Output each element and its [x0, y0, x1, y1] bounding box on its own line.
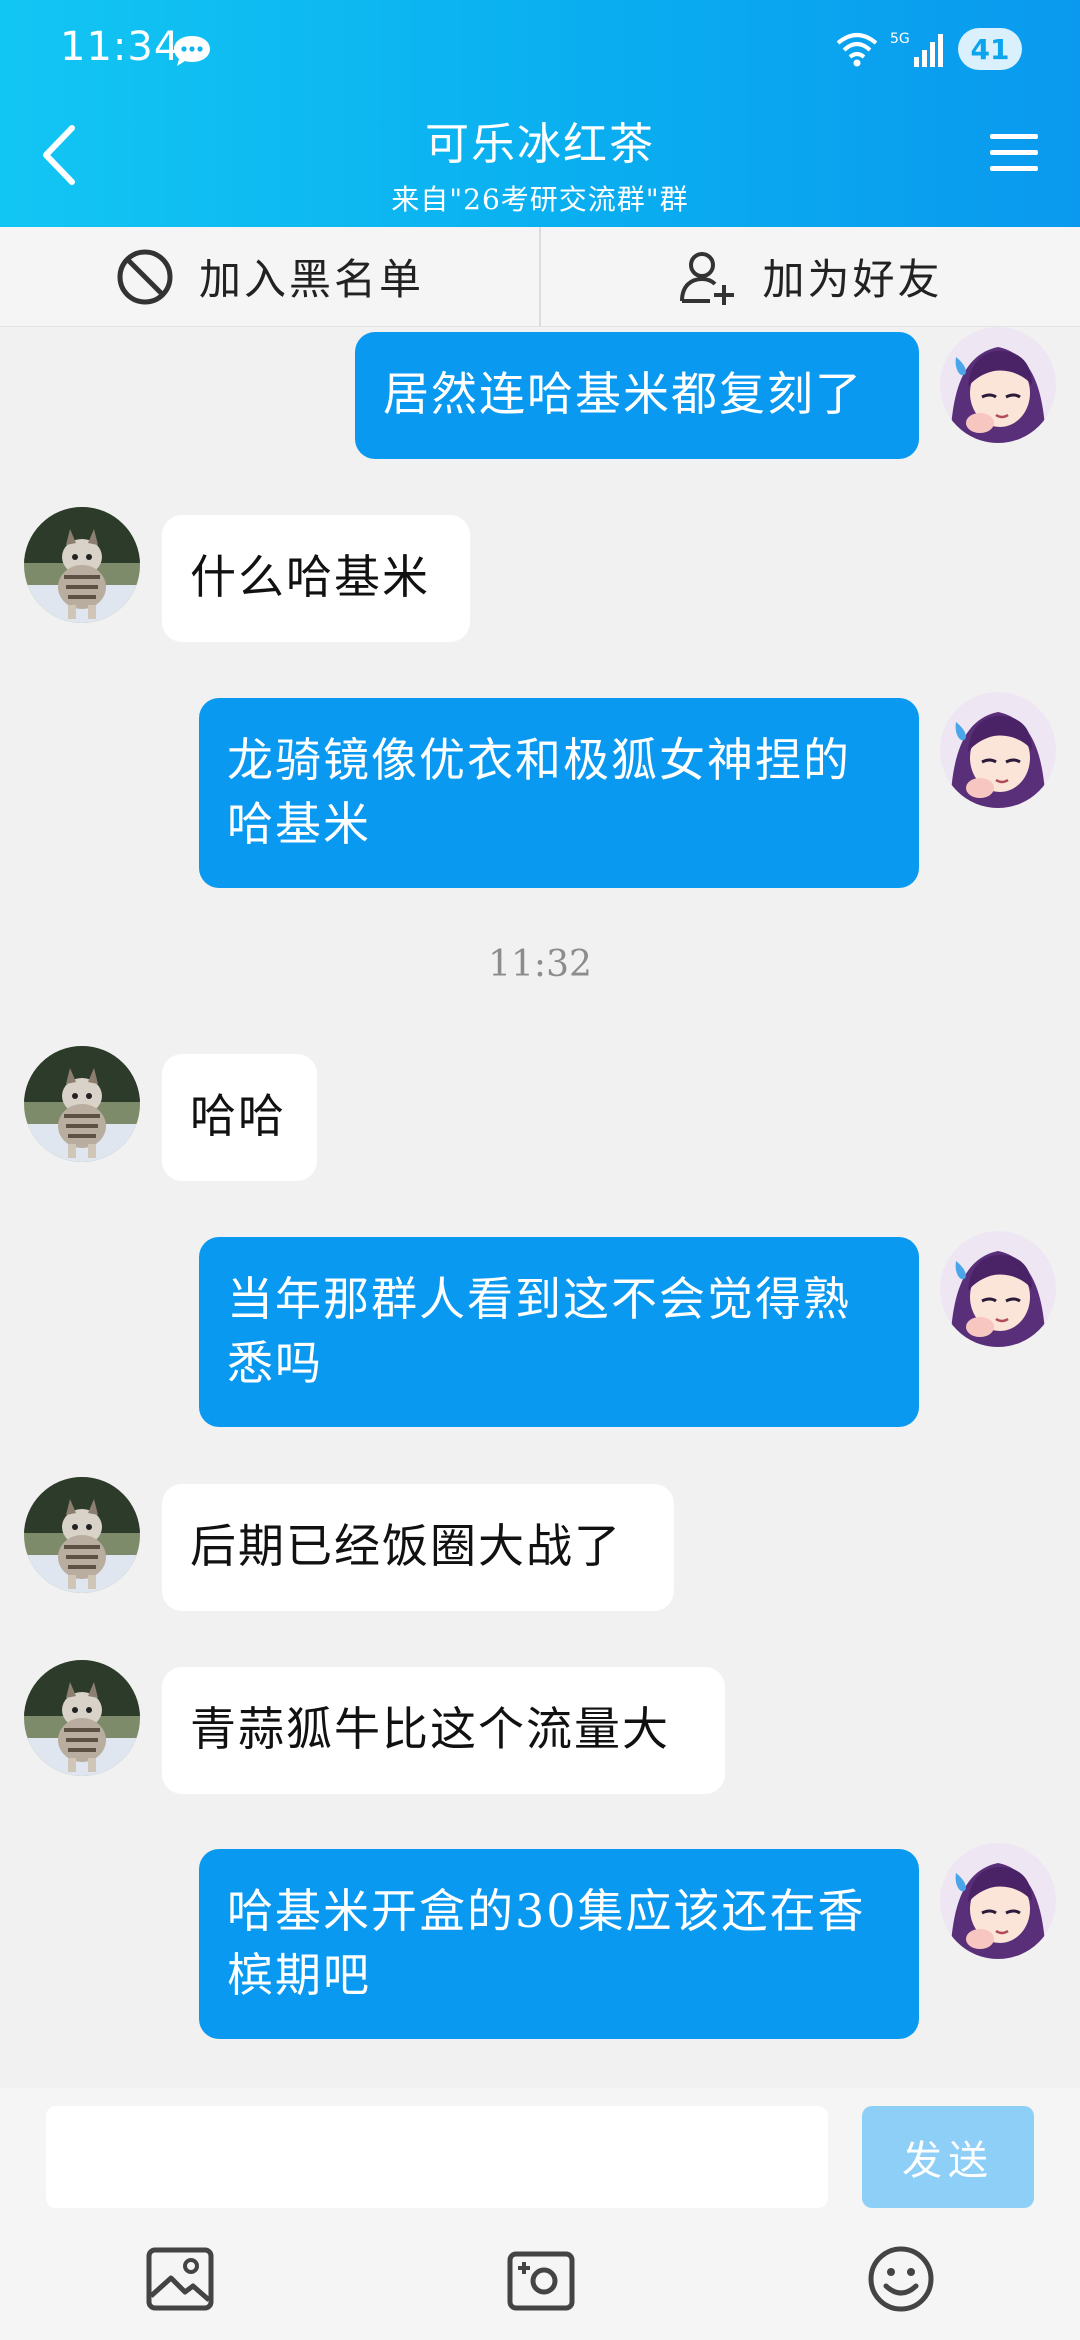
- message-bubble-sent[interactable]: 哈基米开盒的30集应该还在香槟期吧: [199, 1849, 919, 2039]
- image-icon[interactable]: [145, 2244, 215, 2314]
- block-icon: [117, 249, 173, 304]
- svg-text:5G: 5G: [890, 31, 910, 47]
- message-text: 哈哈: [190, 1089, 286, 1143]
- chat-title-block[interactable]: 可乐冰红茶 来自"26考研交流群"群: [290, 108, 790, 218]
- message-text: 后期已经饭圈大战了: [190, 1519, 622, 1573]
- message-bubble-sent[interactable]: 当年那群人看到这不会觉得熟悉吗: [199, 1237, 919, 1427]
- message-bubble-sent[interactable]: 居然连哈基米都复刻了: [355, 332, 919, 459]
- message-bubble-received[interactable]: 哈哈: [162, 1054, 317, 1181]
- send-button[interactable]: 发送: [862, 2106, 1034, 2208]
- avatar[interactable]: [940, 327, 1056, 443]
- chat-subtitle: 来自"26考研交流群"群: [391, 183, 689, 216]
- wifi-icon: [836, 33, 878, 67]
- avatar[interactable]: [940, 1231, 1056, 1347]
- message-text: 哈基米开盒的30集应该还在香槟期吧: [227, 1884, 866, 2002]
- avatar[interactable]: [940, 1843, 1056, 1959]
- status-time: 11:34: [60, 24, 181, 70]
- composer: 发送: [0, 2088, 1080, 2340]
- emoji-icon[interactable]: [866, 2244, 936, 2314]
- message-bubble-received[interactable]: 青蒜狐牛比这个流量大: [162, 1667, 725, 1794]
- avatar[interactable]: [24, 1660, 140, 1776]
- add-friend-label: 加为好友: [762, 255, 943, 304]
- status-indicators: 5G 41: [834, 26, 1022, 72]
- hamburger-icon[interactable]: [988, 130, 1040, 176]
- avatar[interactable]: [24, 1477, 140, 1593]
- message-text: 居然连哈基米都复刻了: [383, 367, 863, 421]
- message-bubble-received[interactable]: 后期已经饭圈大战了: [162, 1484, 674, 1611]
- time-separator: 11:32: [488, 944, 592, 985]
- message-text: 当年那群人看到这不会觉得熟悉吗: [227, 1272, 851, 1390]
- message-bubble-received[interactable]: 什么哈基米: [162, 515, 470, 642]
- camera-icon[interactable]: [506, 2244, 576, 2314]
- avatar[interactable]: [940, 692, 1056, 808]
- message-text: 什么哈基米: [190, 550, 430, 604]
- add-friend-button[interactable]: 加为好友: [541, 227, 1080, 326]
- avatar[interactable]: [24, 1046, 140, 1162]
- battery-indicator: 41: [958, 28, 1022, 70]
- chevron-left-icon[interactable]: [34, 120, 84, 190]
- block-label: 加入黑名单: [198, 255, 424, 304]
- stranger-action-bar: 加入黑名单 加为好友: [0, 227, 1080, 327]
- avatar[interactable]: [24, 507, 140, 623]
- cellular-signal-icon: 5G: [890, 31, 943, 67]
- message-text: 龙骑镜像优衣和极狐女神捏的哈基米: [227, 733, 851, 851]
- message-bubble-sent[interactable]: 龙骑镜像优衣和极狐女神捏的哈基米: [199, 698, 919, 888]
- add-user-icon: [680, 251, 735, 305]
- chat-bubble-icon: [174, 36, 210, 66]
- message-text: 青蒜狐牛比这个流量大: [190, 1702, 670, 1756]
- block-button[interactable]: 加入黑名单: [0, 227, 539, 326]
- message-input[interactable]: [46, 2106, 828, 2208]
- chat-header: 11:34 5G 41 可乐冰红茶 来自"26考研交流群"群: [0, 0, 1080, 227]
- chat-title: 可乐冰红茶: [425, 119, 655, 170]
